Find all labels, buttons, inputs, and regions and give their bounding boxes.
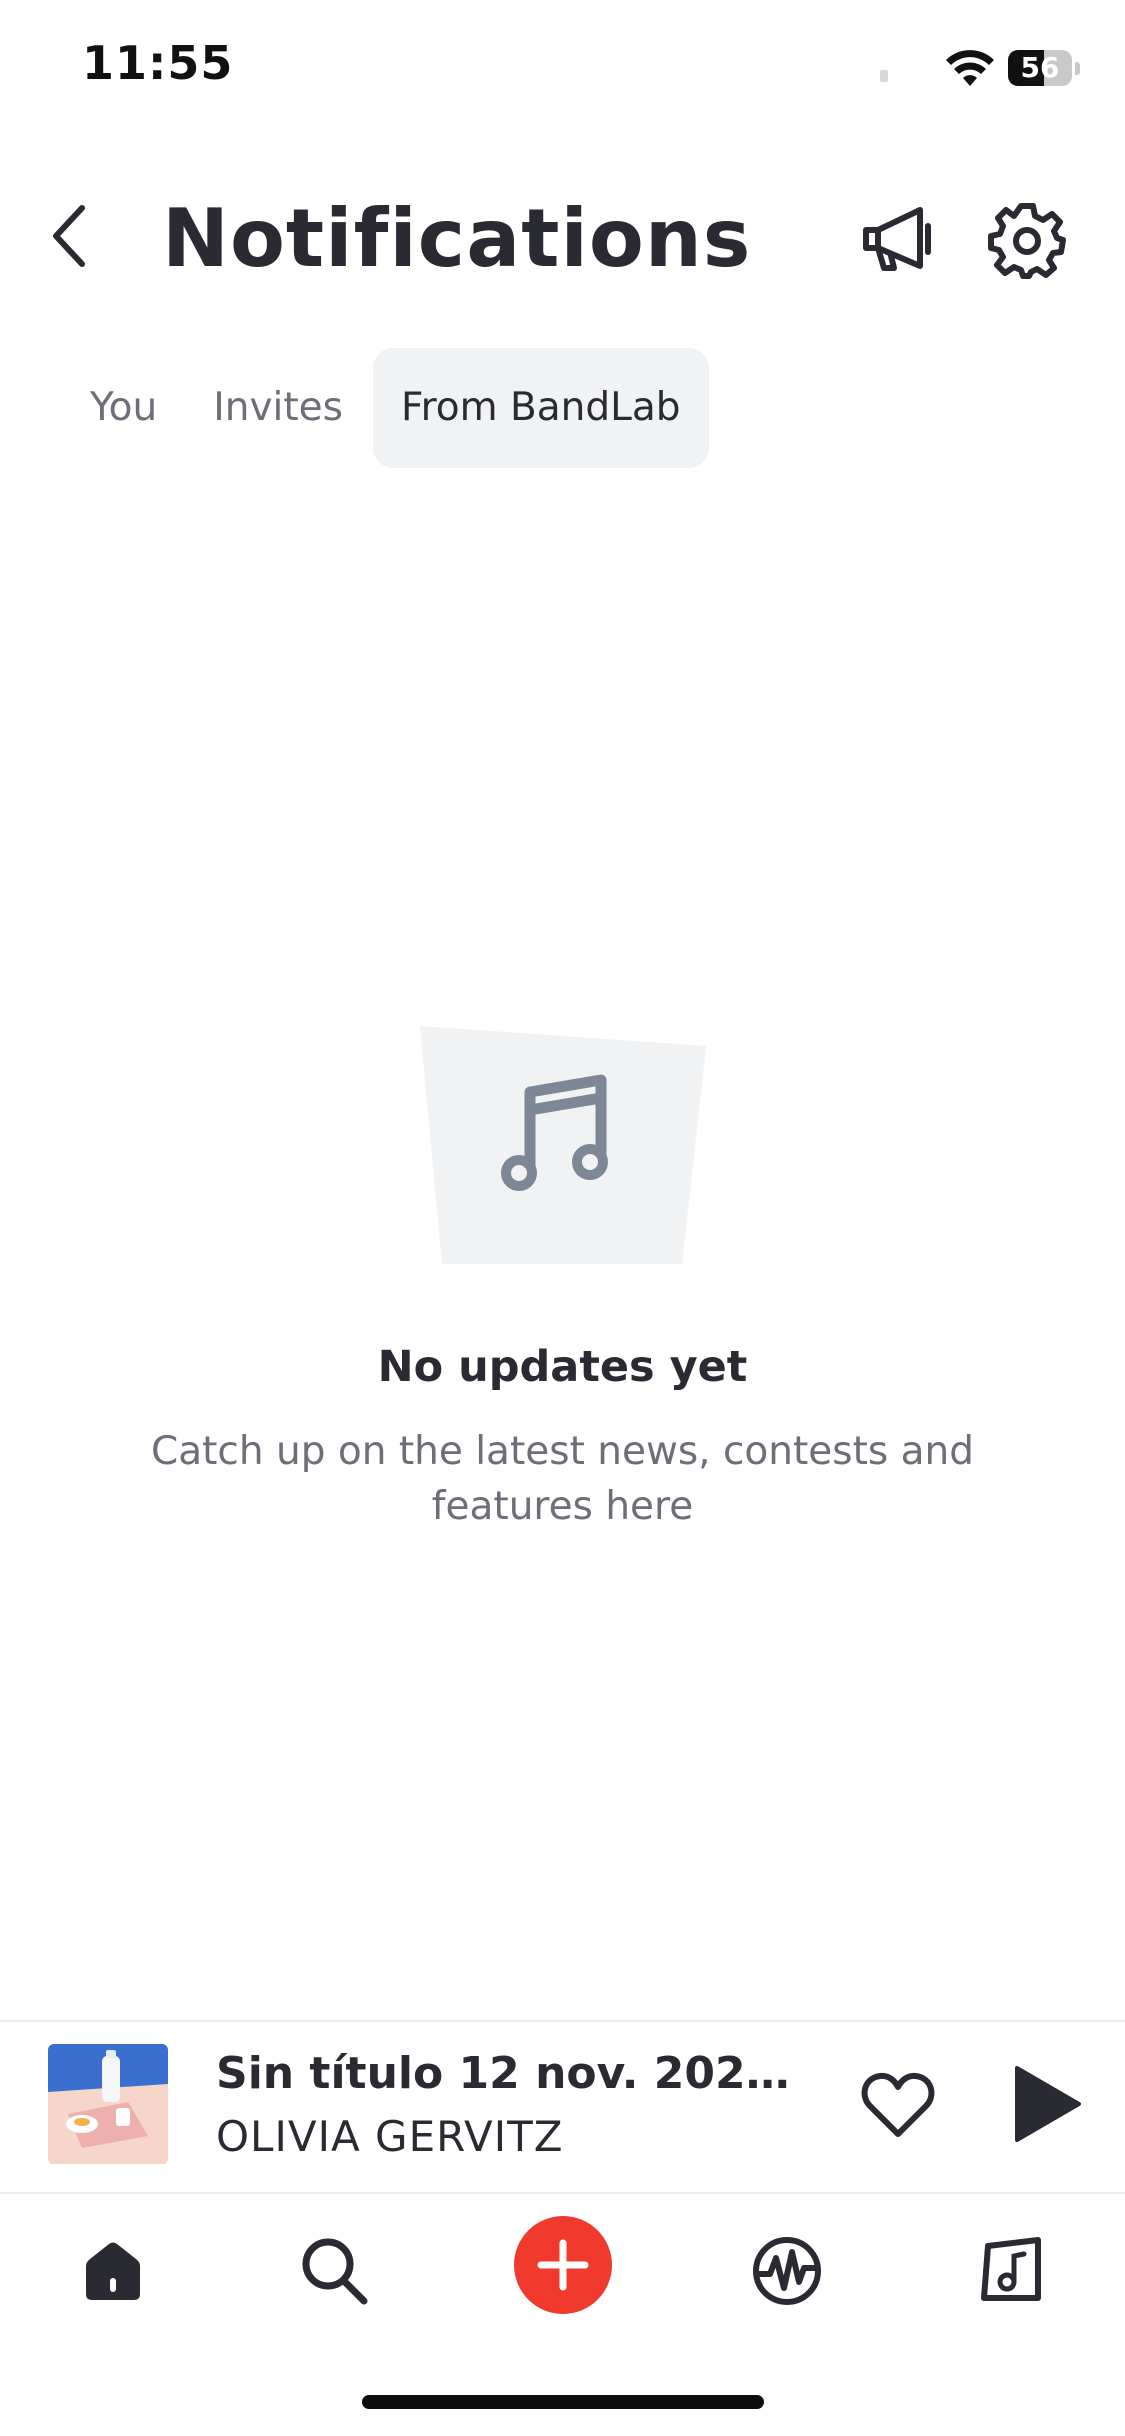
tab-feed[interactable]	[742, 2226, 832, 2316]
battery-cap	[1075, 62, 1080, 75]
tab-invites[interactable]: Invites	[185, 348, 371, 468]
chevron-left-icon	[53, 205, 85, 267]
home-indicator	[362, 2395, 764, 2409]
notification-tabs: You Invites From BandLab	[62, 348, 709, 468]
mini-player[interactable]: Sin título 12 nov. 2024 8:... OLIVIA GER…	[0, 2020, 1125, 2194]
track-artist: OLIVIA GERVITZ	[216, 2112, 564, 2161]
status-time: 11:55	[82, 36, 234, 90]
like-button[interactable]	[858, 2064, 938, 2144]
header: Notifications	[0, 170, 1125, 310]
settings-button[interactable]	[987, 200, 1067, 280]
empty-state-subtitle: Catch up on the latest news, contests an…	[151, 1429, 974, 1529]
home-icon	[86, 2242, 140, 2300]
battery-icon: 56	[1008, 50, 1072, 86]
tab-from-bandlab[interactable]: From BandLab	[372, 348, 709, 468]
status-bar: 11:55 56	[0, 0, 1125, 140]
tab-home[interactable]	[68, 2226, 158, 2316]
back-button[interactable]	[30, 196, 110, 276]
announcements-button[interactable]	[858, 200, 938, 280]
tab-you[interactable]: You	[62, 348, 185, 468]
play-icon	[1015, 2066, 1081, 2142]
bottom-tab-bar	[0, 2194, 1125, 2344]
create-button[interactable]	[514, 2216, 612, 2314]
empty-state-title: No updates yet	[377, 1342, 748, 1392]
tab-search[interactable]	[290, 2226, 380, 2316]
page-title: Notifications	[162, 192, 752, 285]
album-cover	[48, 2044, 168, 2164]
cellular-signal-icon	[880, 70, 888, 82]
track-title: Sin título 12 nov. 2024 8:...	[216, 2048, 796, 2099]
library-icon	[981, 2237, 1041, 2301]
create-plus-icon	[537, 2239, 589, 2291]
tab-library[interactable]	[966, 2226, 1056, 2316]
gear-icon	[988, 203, 1066, 279]
waveform-icon	[753, 2237, 821, 2305]
battery-level: 56	[1020, 51, 1060, 84]
play-button[interactable]	[1005, 2062, 1085, 2146]
megaphone-icon	[863, 207, 931, 271]
empty-state-illustration	[420, 1026, 706, 1264]
search-icon	[302, 2238, 368, 2305]
heart-icon	[861, 2072, 935, 2137]
wifi-icon	[946, 50, 994, 86]
